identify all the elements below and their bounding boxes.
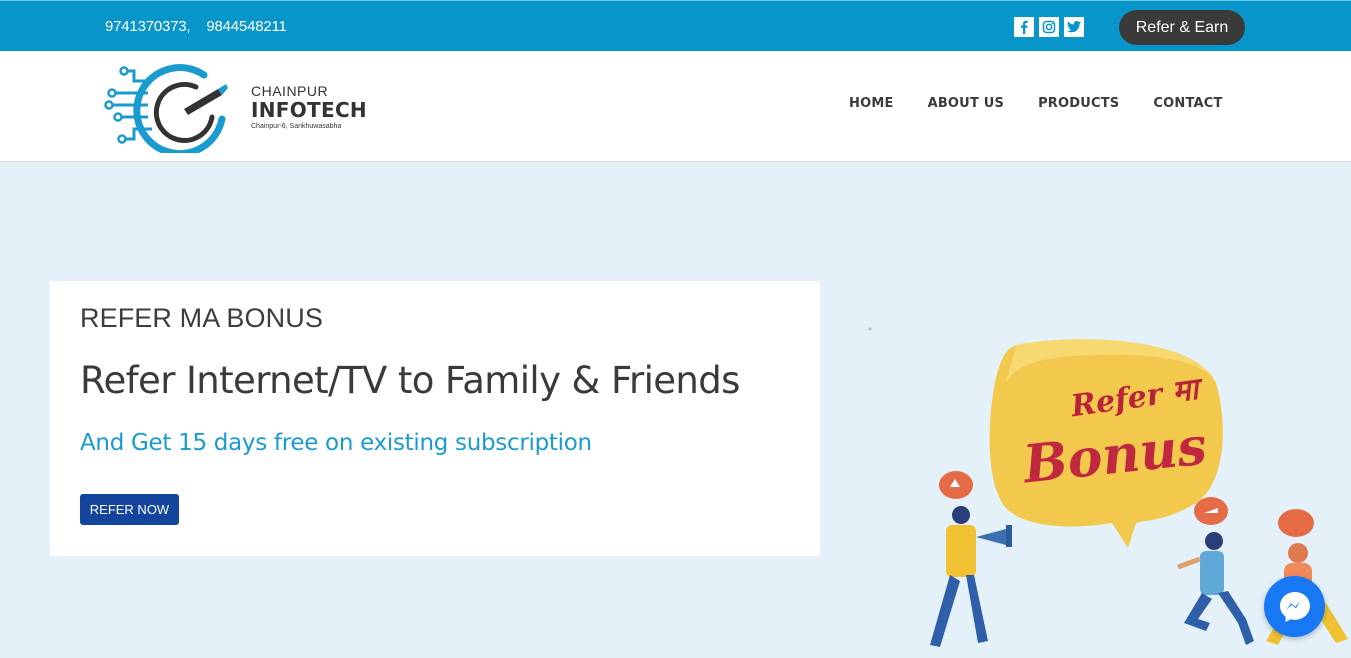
nav-contact[interactable]: CONTACT (1153, 96, 1222, 111)
nav-products[interactable]: PRODUCTS (1038, 96, 1119, 111)
hero-headline: Refer Internet/TV to Family & Friends (80, 359, 740, 402)
phone-2[interactable]: 9844548211 (206, 18, 287, 35)
nav-home[interactable]: HOME (849, 96, 894, 111)
brand-name: CHAINPUR INFOTECH Chainpur-6, Sankhuwasa… (251, 83, 367, 130)
brand-line-2: INFOTECH (251, 98, 367, 122)
main-nav: HOME ABOUT US PRODUCTS CONTACT (849, 96, 1223, 111)
refer-now-button[interactable]: REFER NOW (80, 494, 179, 525)
refer-earn-button[interactable]: Refer & Earn (1119, 10, 1245, 45)
top-bar: 9741370373, 9844548211 Refer & Earn (0, 0, 1351, 51)
hero-subheadline: And Get 15 days free on existing subscri… (80, 430, 592, 456)
hero-kicker: REFER MA BONUS (80, 303, 323, 333)
messenger-icon (1279, 591, 1310, 622)
nav-about-us[interactable]: ABOUT US (928, 96, 1005, 111)
logo-icon[interactable] (104, 59, 244, 158)
social-links (1014, 17, 1084, 37)
phone-1[interactable]: 9741370373, (105, 18, 191, 35)
messenger-chat-button[interactable] (1264, 576, 1325, 637)
facebook-icon[interactable] (1014, 17, 1034, 37)
brand-line-1: CHAINPUR (251, 83, 329, 99)
hero-card: REFER MA BONUS Refer Internet/TV to Fami… (50, 281, 820, 556)
phone-numbers: 9741370373, 9844548211 (105, 18, 287, 35)
site-header: CHAINPUR INFOTECH Chainpur-6, Sankhuwasa… (0, 51, 1351, 162)
instagram-icon[interactable] (1039, 17, 1059, 37)
twitter-icon[interactable] (1064, 17, 1084, 37)
brand-address: Chainpur-6, Sankhuwasabha (251, 123, 342, 130)
